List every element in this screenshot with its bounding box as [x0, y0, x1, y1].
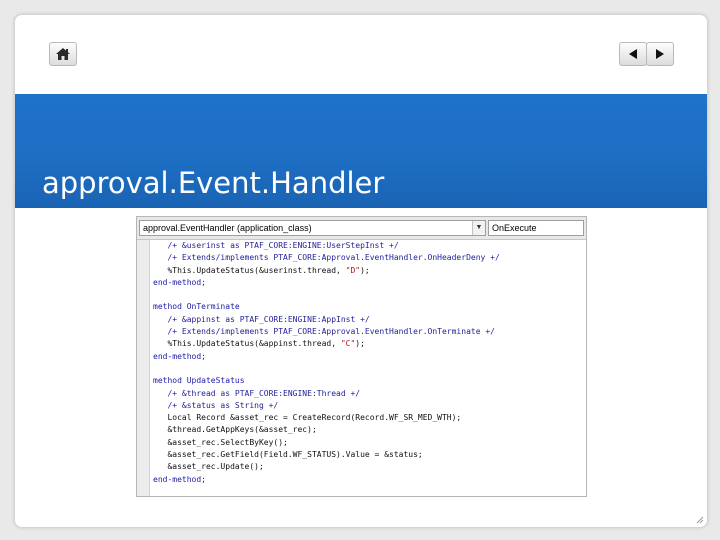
- triangle-left-icon: [629, 49, 637, 59]
- code-line: end-method;: [153, 351, 583, 363]
- code-token: Local Record &asset_rec = CreateRecord(R…: [153, 413, 462, 423]
- code-line: /+ &appinst as PTAF_CORE:ENGINE:AppInst …: [153, 314, 583, 326]
- code-line: method UpdateStatus: [153, 375, 583, 387]
- object-dropdown-value: approval.EventHandler (application_class…: [143, 223, 312, 233]
- code-token: /+ &status as String +/: [153, 400, 279, 410]
- code-token: &asset_rec.SelectByKey();: [153, 437, 288, 447]
- resize-grip-icon: [696, 516, 704, 524]
- editor-toolbar: approval.EventHandler (application_class…: [137, 217, 586, 240]
- code-token: &thread.GetAppKeys(&asset_rec);: [153, 425, 317, 435]
- code-line: end-method;: [153, 277, 583, 289]
- code-line: /+ &thread as PTAF_CORE:ENGINE:Thread +/: [153, 388, 583, 400]
- method-dropdown[interactable]: OnExecute: [488, 220, 584, 236]
- code-token: /+ &appinst as PTAF_CORE:ENGINE:AppInst …: [153, 314, 370, 324]
- code-token: );: [355, 339, 365, 349]
- code-token: %This.UpdateStatus(&userinst.thread,: [153, 265, 346, 275]
- code-line: &asset_rec.SelectByKey();: [153, 437, 583, 449]
- code-editor-screenshot: approval.EventHandler (application_class…: [136, 216, 587, 497]
- code-token: "D": [345, 265, 361, 275]
- code-line: &asset_rec.Update();: [153, 461, 583, 473]
- code-token: &asset_rec.GetField(Field.WF_STATUS).Val…: [153, 450, 423, 460]
- code-token: /+ &userinst as PTAF_CORE:ENGINE:UserSte…: [153, 241, 399, 250]
- code-token: method UpdateStatus: [153, 376, 245, 386]
- code-line: method OnTerminate: [153, 301, 583, 313]
- code-view[interactable]: /+ &userinst as PTAF_CORE:ENGINE:UserSte…: [153, 240, 583, 486]
- code-token: /+ &thread as PTAF_CORE:ENGINE:Thread +/: [153, 388, 361, 398]
- code-line: end-method;: [153, 474, 583, 486]
- code-line: /+ &status as String +/: [153, 400, 583, 412]
- code-line: /+ Extends/implements PTAF_CORE:Approval…: [153, 326, 583, 338]
- home-icon: [56, 48, 70, 60]
- object-dropdown[interactable]: approval.EventHandler (application_class…: [139, 220, 486, 236]
- code-token: &asset_rec.Update();: [153, 462, 264, 472]
- slide: approval.Event.Handler approval.EventHan…: [14, 14, 708, 528]
- code-token: /+ Extends/implements PTAF_CORE:Approval…: [153, 253, 500, 263]
- chevron-down-icon: ▼: [472, 221, 485, 235]
- code-line: &thread.GetAppKeys(&asset_rec);: [153, 424, 583, 436]
- triangle-right-icon: [656, 49, 664, 59]
- code-token: "C": [340, 339, 356, 349]
- code-token: end-method;: [153, 277, 206, 287]
- method-dropdown-value: OnExecute: [492, 223, 537, 233]
- home-button[interactable]: [49, 42, 77, 66]
- code-line: /+ &userinst as PTAF_CORE:ENGINE:UserSte…: [153, 240, 583, 252]
- slide-title: approval.Event.Handler: [42, 166, 385, 200]
- previous-slide-button[interactable]: [619, 42, 647, 66]
- code-token: end-method;: [153, 474, 206, 484]
- code-token: method OnTerminate: [153, 302, 240, 312]
- code-line: /+ Extends/implements PTAF_CORE:Approval…: [153, 252, 583, 264]
- code-token: %This.UpdateStatus(&appinst.thread,: [153, 339, 341, 349]
- code-line: Local Record &asset_rec = CreateRecord(R…: [153, 412, 583, 424]
- code-token: end-method;: [153, 351, 206, 361]
- editor-gutter: [137, 240, 150, 496]
- code-line: %This.UpdateStatus(&userinst.thread, "D"…: [153, 265, 583, 277]
- code-token: );: [360, 265, 370, 275]
- code-line: %This.UpdateStatus(&appinst.thread, "C")…: [153, 338, 583, 350]
- next-slide-button[interactable]: [646, 42, 674, 66]
- code-token: /+ Extends/implements PTAF_CORE:Approval…: [153, 327, 495, 337]
- code-line: &asset_rec.GetField(Field.WF_STATUS).Val…: [153, 449, 583, 461]
